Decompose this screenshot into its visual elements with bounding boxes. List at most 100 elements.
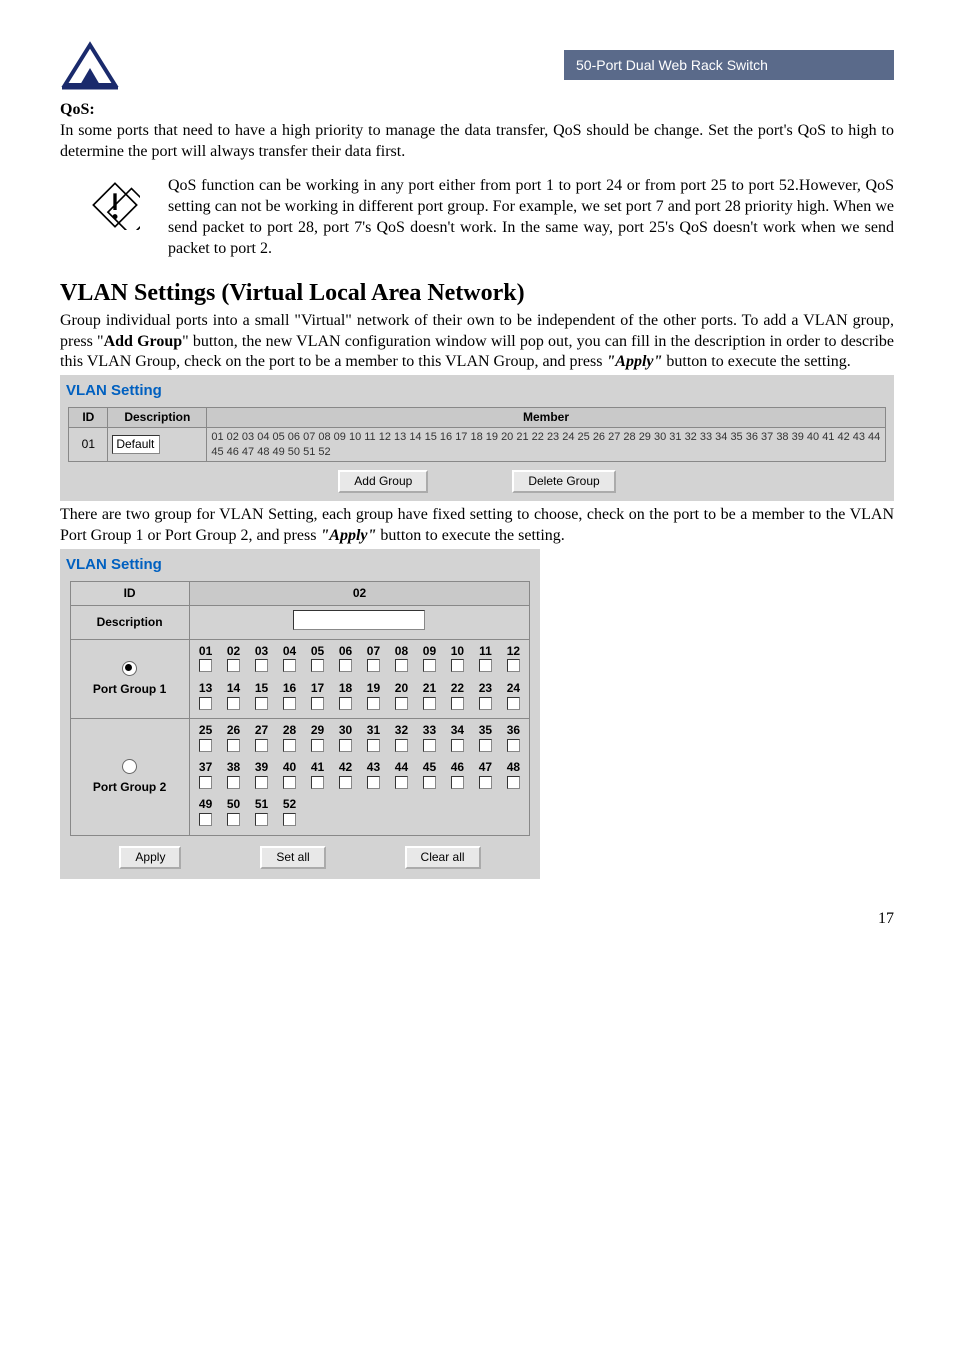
desc-input[interactable]: Default <box>112 435 160 455</box>
port-checkbox[interactable] <box>283 739 296 752</box>
port-checkbox[interactable] <box>339 659 352 672</box>
port-checkbox[interactable] <box>283 659 296 672</box>
port-checkbox[interactable] <box>227 776 240 789</box>
port-checkbox[interactable] <box>339 776 352 789</box>
vlan-button-row: Add Group Delete Group <box>60 470 894 494</box>
port-checkbox[interactable] <box>395 697 408 710</box>
port-checkbox[interactable] <box>367 776 380 789</box>
port-label: 08 <box>389 644 413 660</box>
port-checkbox[interactable] <box>423 659 436 672</box>
port-checkbox[interactable] <box>311 697 324 710</box>
qos-body: In some ports that need to have a high p… <box>60 121 894 163</box>
port-label: 40 <box>278 760 302 776</box>
desc-label: Description <box>70 606 189 640</box>
port-checkbox[interactable] <box>479 739 492 752</box>
port-checkbox[interactable] <box>199 659 212 672</box>
port-checkbox[interactable] <box>507 739 520 752</box>
delete-group-button[interactable]: Delete Group <box>512 470 615 494</box>
port-checkbox[interactable] <box>339 739 352 752</box>
port-label: 26 <box>222 723 246 739</box>
port-checkbox[interactable] <box>311 739 324 752</box>
port-label: 34 <box>445 723 469 739</box>
port-checkbox[interactable] <box>255 697 268 710</box>
port-label: 42 <box>334 760 358 776</box>
port-checkbox[interactable] <box>227 813 240 826</box>
port-checkbox[interactable] <box>395 659 408 672</box>
port-label: 48 <box>501 760 525 776</box>
port-checkbox[interactable] <box>367 697 380 710</box>
port-label: 47 <box>473 760 497 776</box>
group2-cell: Port Group 2 <box>70 719 189 836</box>
warning-icon <box>90 180 150 237</box>
add-group-button[interactable]: Add Group <box>338 470 428 494</box>
port-checkbox[interactable] <box>283 813 296 826</box>
port-checkbox[interactable] <box>507 776 520 789</box>
port-label: 50 <box>222 797 246 813</box>
port-checkbox[interactable] <box>227 659 240 672</box>
port-checkbox[interactable] <box>311 659 324 672</box>
group2-radio[interactable] <box>122 759 137 774</box>
row-group2: Port Group 2 252627282930313233343536 37… <box>70 719 530 836</box>
port-checkbox[interactable] <box>423 697 436 710</box>
port-label: 33 <box>417 723 441 739</box>
port-checkbox[interactable] <box>507 659 520 672</box>
port-checkbox[interactable] <box>451 697 464 710</box>
port-label: 24 <box>501 681 525 697</box>
port-checkbox[interactable] <box>311 776 324 789</box>
group1-radio[interactable] <box>122 661 137 676</box>
port-label: 35 <box>473 723 497 739</box>
port-checkbox[interactable] <box>255 776 268 789</box>
port-label: 21 <box>417 681 441 697</box>
clear-all-button[interactable]: Clear all <box>405 846 481 870</box>
set-all-button[interactable]: Set all <box>260 846 325 870</box>
port-checkbox[interactable] <box>227 739 240 752</box>
port-checkbox[interactable] <box>451 776 464 789</box>
row-desc: Description <box>70 606 530 640</box>
port-label: 07 <box>361 644 385 660</box>
port-checkbox[interactable] <box>395 739 408 752</box>
port-checkbox[interactable] <box>367 739 380 752</box>
port-checkbox[interactable] <box>479 659 492 672</box>
port-label: 10 <box>445 644 469 660</box>
port-checkbox[interactable] <box>283 697 296 710</box>
port-checkbox[interactable] <box>479 697 492 710</box>
vlan-para2-after: button to execute the setting. <box>376 527 564 544</box>
vlan-add-group-bold: Add Group <box>104 333 183 350</box>
port-checkbox[interactable] <box>227 697 240 710</box>
port-checkbox[interactable] <box>479 776 492 789</box>
port-label: 09 <box>417 644 441 660</box>
port-checkbox[interactable] <box>283 776 296 789</box>
port-checkbox[interactable] <box>199 776 212 789</box>
apply-button[interactable]: Apply <box>119 846 181 870</box>
port-label: 18 <box>334 681 358 697</box>
port-label: 32 <box>389 723 413 739</box>
port-checkbox[interactable] <box>255 739 268 752</box>
panel2-buttons: Apply Set all Clear all <box>60 836 540 870</box>
port-checkbox[interactable] <box>507 697 520 710</box>
port-checkbox[interactable] <box>451 739 464 752</box>
port-label: 16 <box>278 681 302 697</box>
port-checkbox[interactable] <box>423 776 436 789</box>
port-label: 25 <box>194 723 218 739</box>
port-checkbox[interactable] <box>255 813 268 826</box>
port-checkbox[interactable] <box>255 659 268 672</box>
port-checkbox[interactable] <box>199 739 212 752</box>
logo <box>60 40 120 90</box>
header-bar: 50-Port Dual Web Rack Switch <box>60 40 894 90</box>
port-label: 13 <box>194 681 218 697</box>
port-checkbox[interactable] <box>199 813 212 826</box>
port-checkbox[interactable] <box>199 697 212 710</box>
port-checkbox[interactable] <box>367 659 380 672</box>
port-label: 37 <box>194 760 218 776</box>
port-checkbox[interactable] <box>339 697 352 710</box>
vlan-intro: Group individual ports into a small "Vir… <box>60 311 894 373</box>
vlan-table-header: ID Description Member <box>69 407 885 428</box>
port-checkbox[interactable] <box>451 659 464 672</box>
port-label: 29 <box>306 723 330 739</box>
port-checkbox[interactable] <box>395 776 408 789</box>
port-checkbox[interactable] <box>423 739 436 752</box>
col-id: ID <box>69 407 108 428</box>
cell-desc: Default <box>108 428 207 462</box>
vlan-panel-list: VLAN Setting ID Description Member 01 De… <box>60 375 894 501</box>
description-input[interactable] <box>293 610 425 630</box>
